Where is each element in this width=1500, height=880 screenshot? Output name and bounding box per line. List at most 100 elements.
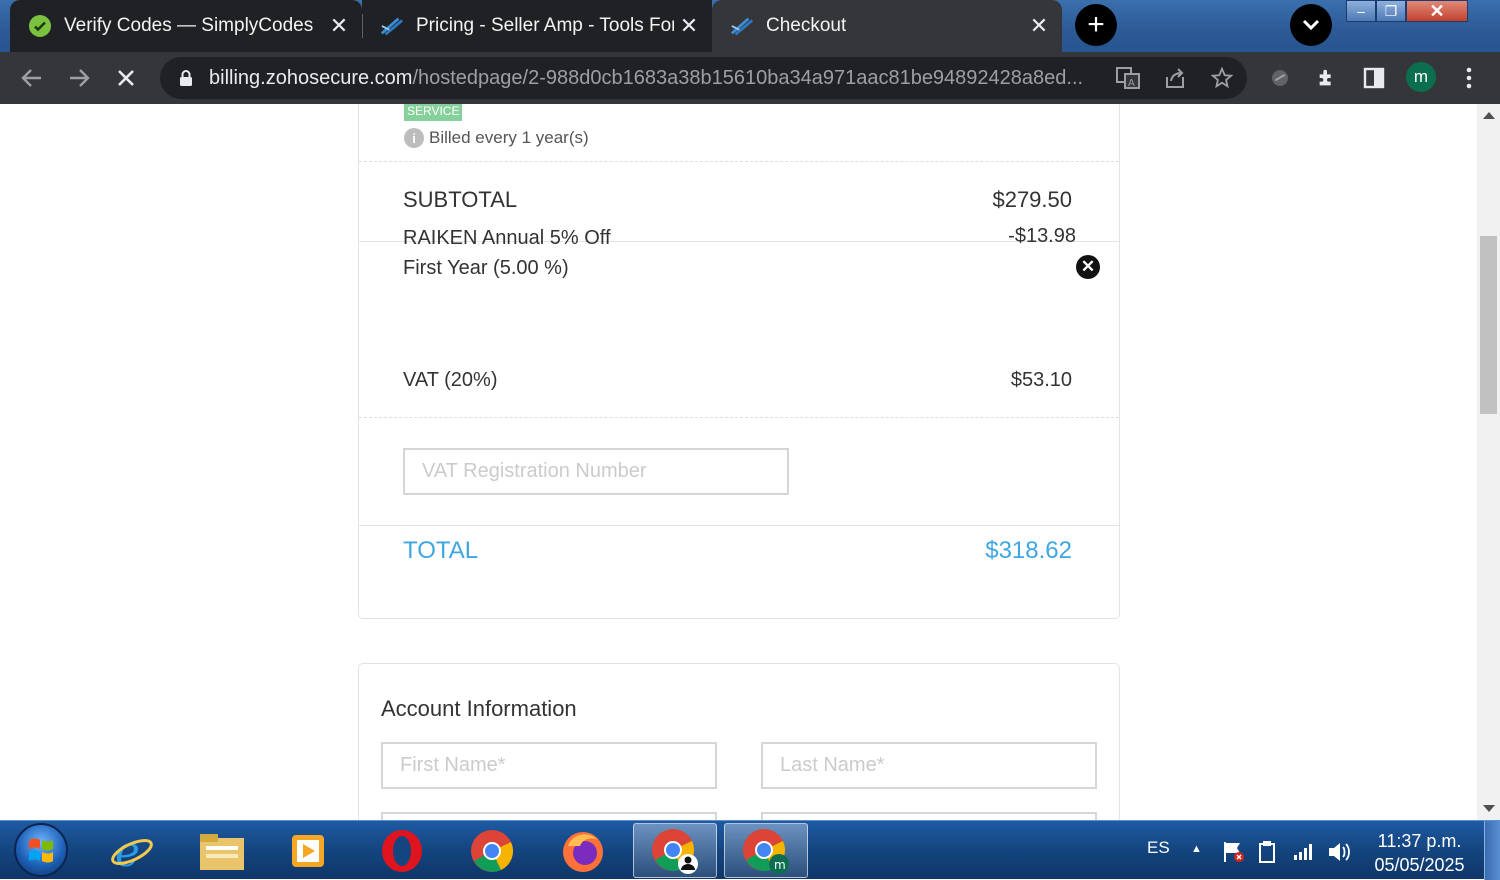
subtotal-label: SUBTOTAL xyxy=(403,187,518,212)
new-tab-button[interactable]: + xyxy=(1075,4,1117,46)
clock-time: 11:37 p.m. xyxy=(1377,831,1462,851)
lock-icon[interactable] xyxy=(176,69,196,87)
kebab-menu-button[interactable] xyxy=(1451,60,1487,96)
address-bar[interactable]: billing.zohosecure.com/hostedpage/2-988d… xyxy=(160,57,1247,99)
stop-loading-button[interactable] xyxy=(108,60,144,96)
selleramp-icon xyxy=(730,14,754,38)
simplycodes-icon xyxy=(28,14,52,38)
windows-taskbar: e m ES ▲ 11:37 p.m. 05/05/2025 xyxy=(0,820,1500,880)
tab-title: Verify Codes — SimplyCodes xyxy=(64,15,314,36)
tab-title: Pricing - Seller Amp - Tools For A xyxy=(416,15,674,36)
share-button[interactable] xyxy=(1157,60,1193,96)
email-field[interactable] xyxy=(381,812,717,820)
close-icon xyxy=(118,70,134,86)
url-host: billing.zohosecure.com xyxy=(209,66,413,89)
translate-icon: A xyxy=(1116,67,1140,89)
share-icon xyxy=(1166,68,1184,88)
window-controls: – ❐ ✕ xyxy=(1346,0,1468,24)
account-information-card: Account Information xyxy=(358,663,1120,820)
translate-button[interactable]: A xyxy=(1110,60,1146,96)
section-title: Account Information xyxy=(381,696,577,721)
order-summary-card: SERVICE i Billed every 1 year(s) SUBTOTA… xyxy=(358,104,1120,619)
vat-label: VAT (20%) xyxy=(403,369,498,391)
forward-button[interactable] xyxy=(61,60,97,96)
browser-toolbar: billing.zohosecure.com/hostedpage/2-988d… xyxy=(0,52,1500,104)
file-explorer-icon[interactable] xyxy=(180,823,264,878)
action-center-flag-icon[interactable] xyxy=(1222,840,1246,869)
svg-text:m: m xyxy=(774,858,786,872)
side-panel-icon xyxy=(1363,67,1385,89)
tab-pricing-selleramp[interactable]: Pricing - Seller Amp - Tools For A ✕ xyxy=(362,0,712,52)
remove-coupon-button[interactable]: ✕ xyxy=(1076,255,1100,279)
first-name-field[interactable] xyxy=(381,742,717,789)
volume-icon[interactable] xyxy=(1327,840,1353,869)
firefox-icon[interactable] xyxy=(541,823,625,878)
star-icon xyxy=(1211,67,1233,89)
extension-button[interactable] xyxy=(1262,60,1298,96)
puzzle-icon xyxy=(1319,69,1331,86)
chrome-profile-icon[interactable] xyxy=(633,823,717,878)
language-indicator[interactable]: ES xyxy=(1147,838,1170,858)
billing-cycle-note: i Billed every 1 year(s) xyxy=(404,128,589,148)
tab-separator xyxy=(362,14,363,38)
svg-text:A: A xyxy=(1128,78,1135,89)
discount-label: RAIKEN Annual 5% Off First Year (5.00 %) xyxy=(403,223,611,283)
divider xyxy=(359,417,1119,418)
chrome-icon[interactable] xyxy=(450,823,534,878)
divider xyxy=(359,525,1119,526)
tab-checkout[interactable]: Checkout ✕ xyxy=(712,0,1062,52)
page-viewport: SERVICE i Billed every 1 year(s) SUBTOTA… xyxy=(0,104,1477,820)
show-hidden-icons-button[interactable]: ▲ xyxy=(1191,843,1202,855)
tab-title: Checkout xyxy=(766,15,847,36)
phone-field[interactable] xyxy=(761,812,1097,820)
more-vert-icon xyxy=(1466,67,1472,89)
start-button[interactable] xyxy=(14,823,68,877)
extensions-menu-button[interactable] xyxy=(1309,60,1345,96)
side-panel-button[interactable] xyxy=(1356,60,1392,96)
subtotal-value: $279.50 xyxy=(992,187,1072,212)
info-icon: i xyxy=(404,128,424,148)
media-player-icon[interactable] xyxy=(266,823,350,878)
billing-cycle-text: Billed every 1 year(s) xyxy=(429,128,589,147)
clock-date: 05/05/2025 xyxy=(1374,855,1465,875)
divider xyxy=(359,161,1119,162)
windows-logo-icon xyxy=(29,838,53,863)
discount-detail: First Year (5.00 %) xyxy=(403,257,569,279)
bookmark-button[interactable] xyxy=(1204,60,1240,96)
tab-search-button[interactable] xyxy=(1290,4,1332,46)
profile-avatar[interactable]: m xyxy=(1406,62,1436,92)
last-name-field[interactable] xyxy=(761,742,1097,789)
back-arrow-icon xyxy=(21,69,41,87)
discount-value: -$13.98 xyxy=(1008,225,1076,247)
page-scrollbar[interactable] xyxy=(1477,104,1500,820)
internet-explorer-icon[interactable]: e xyxy=(90,823,174,878)
discount-name: RAIKEN Annual 5% Off xyxy=(403,227,611,249)
close-tab-icon[interactable]: ✕ xyxy=(326,13,352,39)
close-window-button[interactable]: ✕ xyxy=(1406,0,1468,22)
url-text[interactable]: billing.zohosecure.com/hostedpage/2-988d… xyxy=(209,67,1091,90)
back-button[interactable] xyxy=(14,60,50,96)
vat-registration-input[interactable] xyxy=(403,448,789,495)
scrollbar-thumb[interactable] xyxy=(1480,236,1497,414)
forward-arrow-icon xyxy=(70,69,90,87)
total-value: $318.62 xyxy=(985,537,1072,564)
scroll-up-arrow-icon[interactable] xyxy=(1483,112,1495,119)
selleramp-icon xyxy=(380,14,404,38)
system-clock[interactable]: 11:37 p.m. 05/05/2025 xyxy=(1362,829,1477,877)
opera-icon[interactable] xyxy=(360,823,444,878)
chevron-down-icon xyxy=(1302,19,1320,31)
close-tab-icon[interactable]: ✕ xyxy=(676,13,702,39)
network-signal-icon[interactable] xyxy=(1292,841,1316,866)
scroll-down-arrow-icon[interactable] xyxy=(1483,805,1495,812)
device-icon[interactable] xyxy=(1256,840,1278,869)
total-label: TOTAL xyxy=(403,537,479,564)
maximize-button[interactable]: ❐ xyxy=(1376,0,1406,22)
close-tab-icon[interactable]: ✕ xyxy=(1026,13,1052,39)
chrome-m-profile-icon[interactable]: m xyxy=(724,823,808,878)
extension-circle-icon xyxy=(1272,70,1288,86)
url-path: /hostedpage/2-988d0cb1683a38b15610ba34a9… xyxy=(412,66,1084,89)
show-desktop-button[interactable] xyxy=(1484,821,1500,880)
minimize-button[interactable]: – xyxy=(1346,0,1376,22)
vat-value: $53.10 xyxy=(1010,369,1072,391)
tab-simplycodes[interactable]: Verify Codes — SimplyCodes ✕ xyxy=(10,0,362,52)
